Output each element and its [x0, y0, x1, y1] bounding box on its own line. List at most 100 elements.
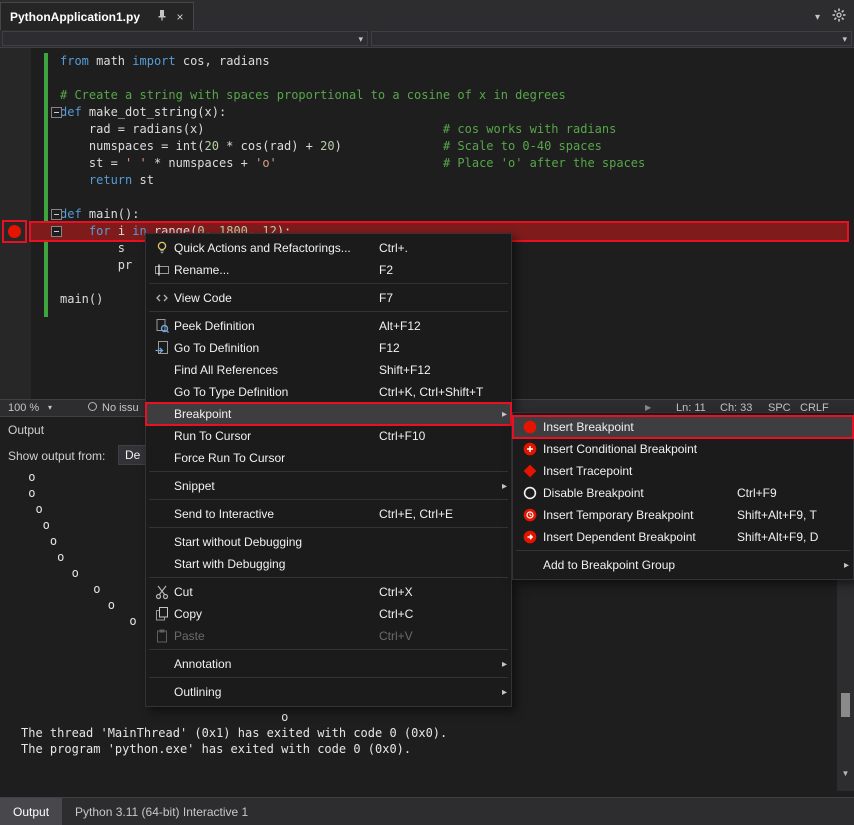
- issues-status[interactable]: No issu: [102, 402, 139, 414]
- menu-item-force-run-to-cursor[interactable]: Force Run To Cursor: [146, 447, 511, 469]
- no-icon: [517, 557, 543, 573]
- gear-icon[interactable]: [832, 8, 846, 27]
- scrollbar-thumb[interactable]: [841, 693, 850, 717]
- member-dropdown[interactable]: ▾: [371, 31, 852, 46]
- menu-item-start-with-debugging[interactable]: Start with Debugging: [146, 553, 511, 575]
- project-dropdown[interactable]: ▾: [2, 31, 368, 46]
- menu-item-cut[interactable]: CutCtrl+X: [146, 581, 511, 603]
- code-line[interactable]: return st: [31, 172, 847, 189]
- code-text: def main():: [60, 206, 139, 223]
- menu-item-label: Peek Definition: [174, 319, 379, 333]
- chevron-down-icon: ▾: [842, 33, 847, 45]
- menu-separator: [149, 677, 508, 678]
- visual-studio-window: PythonApplication1.py × ▾ ▾ ▾ from math …: [0, 0, 854, 825]
- menu-item-label: View Code: [174, 291, 379, 305]
- menu-item-peek-definition[interactable]: Peek DefinitionAlt+F12: [146, 315, 511, 337]
- code-text: s: [60, 240, 125, 257]
- menu-item-run-to-cursor[interactable]: Run To CursorCtrl+F10: [146, 425, 511, 447]
- code-line[interactable]: def main():: [31, 206, 847, 223]
- menu-item-label: Go To Definition: [174, 341, 379, 355]
- menu-item-breakpoint[interactable]: Breakpoint ▸: [146, 403, 511, 425]
- code-line[interactable]: def make_dot_string(x):: [31, 104, 847, 121]
- code-line[interactable]: from math import cos, radians: [31, 53, 847, 70]
- menu-separator: [149, 471, 508, 472]
- close-icon[interactable]: ×: [173, 10, 187, 24]
- dependent-breakpoint-icon: [517, 529, 543, 545]
- menu-shortcut: F12: [379, 341, 495, 355]
- code-text: def make_dot_string(x):: [60, 104, 226, 121]
- menu-item-quick-actions-and-refactorings[interactable]: Quick Actions and Refactorings...Ctrl+.: [146, 237, 511, 259]
- menu-item-insert-dependent-breakpoint[interactable]: Insert Dependent BreakpointShift+Alt+F9,…: [513, 526, 853, 548]
- scroll-down-icon[interactable]: ▼: [837, 769, 854, 778]
- fold-toggle-icon[interactable]: [51, 209, 62, 220]
- menu-shortcut: Ctrl+K, Ctrl+Shift+T: [379, 385, 495, 399]
- fold-toggle-icon[interactable]: [51, 107, 62, 118]
- pin-icon[interactable]: [154, 9, 168, 24]
- cut-icon: [150, 584, 174, 600]
- menu-item-go-to-definition[interactable]: Go To DefinitionF12: [146, 337, 511, 359]
- submenu-arrow-icon: ▸: [495, 409, 507, 420]
- menu-item-label: Copy: [174, 607, 379, 621]
- code-line[interactable]: [31, 189, 847, 206]
- menu-item-add-to-breakpoint-group[interactable]: Add to Breakpoint Group▸: [513, 554, 853, 576]
- tab-pythonapplication1-py[interactable]: PythonApplication1.py ×: [0, 2, 194, 30]
- rename-icon: [150, 262, 174, 278]
- menu-item-outlining[interactable]: Outlining▸: [146, 681, 511, 703]
- show-output-from-label: Show output from:: [8, 449, 105, 463]
- chevron-down-icon[interactable]: ▾: [815, 12, 820, 23]
- submenu-arrow-icon: ▸: [495, 481, 507, 492]
- menu-item-find-all-references[interactable]: Find All ReferencesShift+F12: [146, 359, 511, 381]
- submenu-arrow-icon: ▸: [495, 687, 507, 698]
- menu-item-label: Add to Breakpoint Group: [543, 558, 737, 572]
- tab-output[interactable]: Output: [0, 798, 62, 825]
- menu-item-go-to-type-definition[interactable]: Go To Type DefinitionCtrl+K, Ctrl+Shift+…: [146, 381, 511, 403]
- code-line[interactable]: # Create a string with spaces proportion…: [31, 87, 847, 104]
- menu-item-insert-tracepoint[interactable]: Insert Tracepoint: [513, 460, 853, 482]
- menu-item-start-without-debugging[interactable]: Start without Debugging: [146, 531, 511, 553]
- menu-item-label: Cut: [174, 585, 379, 599]
- menu-item-insert-breakpoint[interactable]: Insert Breakpoint: [513, 416, 853, 438]
- no-icon: [150, 406, 174, 422]
- menu-separator: [149, 499, 508, 500]
- menu-item-view-code[interactable]: View CodeF7: [146, 287, 511, 309]
- menu-item-label: Force Run To Cursor: [174, 451, 379, 465]
- menu-item-paste[interactable]: PasteCtrl+V: [146, 625, 511, 647]
- copy-icon: [150, 606, 174, 622]
- chevron-down-icon[interactable]: ▾: [48, 402, 52, 414]
- menu-item-label: Insert Tracepoint: [543, 464, 737, 478]
- tab-python-interactive[interactable]: Python 3.11 (64-bit) Interactive 1: [62, 798, 261, 825]
- disabled-breakpoint-icon: [517, 485, 543, 501]
- menu-item-insert-temporary-breakpoint[interactable]: Insert Temporary BreakpointShift+Alt+F9,…: [513, 504, 853, 526]
- menu-item-send-to-interactive[interactable]: Send to InteractiveCtrl+E, Ctrl+E: [146, 503, 511, 525]
- menu-item-label: Send to Interactive: [174, 507, 379, 521]
- menu-item-disable-breakpoint[interactable]: Disable BreakpointCtrl+F9: [513, 482, 853, 504]
- lightbulb-icon: [150, 240, 174, 256]
- menu-shortcut: Shift+Alt+F9, T: [737, 508, 837, 522]
- menu-item-insert-conditional-breakpoint[interactable]: Insert Conditional Breakpoint: [513, 438, 853, 460]
- view-code-icon: [150, 290, 174, 306]
- zoom-level[interactable]: 100 %: [8, 402, 39, 414]
- tab-bar-controls: ▾: [815, 8, 846, 27]
- breakpoint-icon: [517, 419, 543, 435]
- no-icon: [150, 384, 174, 400]
- menu-item-label: Start without Debugging: [174, 535, 379, 549]
- panel-tab-strip: Output Python 3.11 (64-bit) Interactive …: [0, 797, 854, 825]
- peek-definition-icon: [150, 318, 174, 334]
- menu-item-annotation[interactable]: Annotation▸: [146, 653, 511, 675]
- menu-item-copy[interactable]: CopyCtrl+C: [146, 603, 511, 625]
- menu-shortcut: F7: [379, 291, 495, 305]
- menu-shortcut: Alt+F12: [379, 319, 495, 333]
- code-line[interactable]: st = ' ' * numspaces + 'o' # Place 'o' a…: [31, 155, 847, 172]
- menu-item-snippet[interactable]: Snippet▸: [146, 475, 511, 497]
- code-line[interactable]: numspaces = int(20 * cos(rad) + 20) # Sc…: [31, 138, 847, 155]
- menu-item-label: Breakpoint: [174, 407, 379, 421]
- code-line[interactable]: [31, 70, 847, 87]
- menu-separator: [149, 649, 508, 650]
- menu-item-rename[interactable]: Rename...F2: [146, 259, 511, 281]
- code-text: return st: [60, 172, 154, 189]
- menu-separator: [516, 550, 850, 551]
- code-line[interactable]: rad = radians(x) # cos works with radian…: [31, 121, 847, 138]
- code-text: rad = radians(x) # cos works with radian…: [60, 121, 616, 138]
- fold-toggle-icon[interactable]: [51, 226, 62, 237]
- code-text: st = ' ' * numspaces + 'o' # Place 'o' a…: [60, 155, 645, 172]
